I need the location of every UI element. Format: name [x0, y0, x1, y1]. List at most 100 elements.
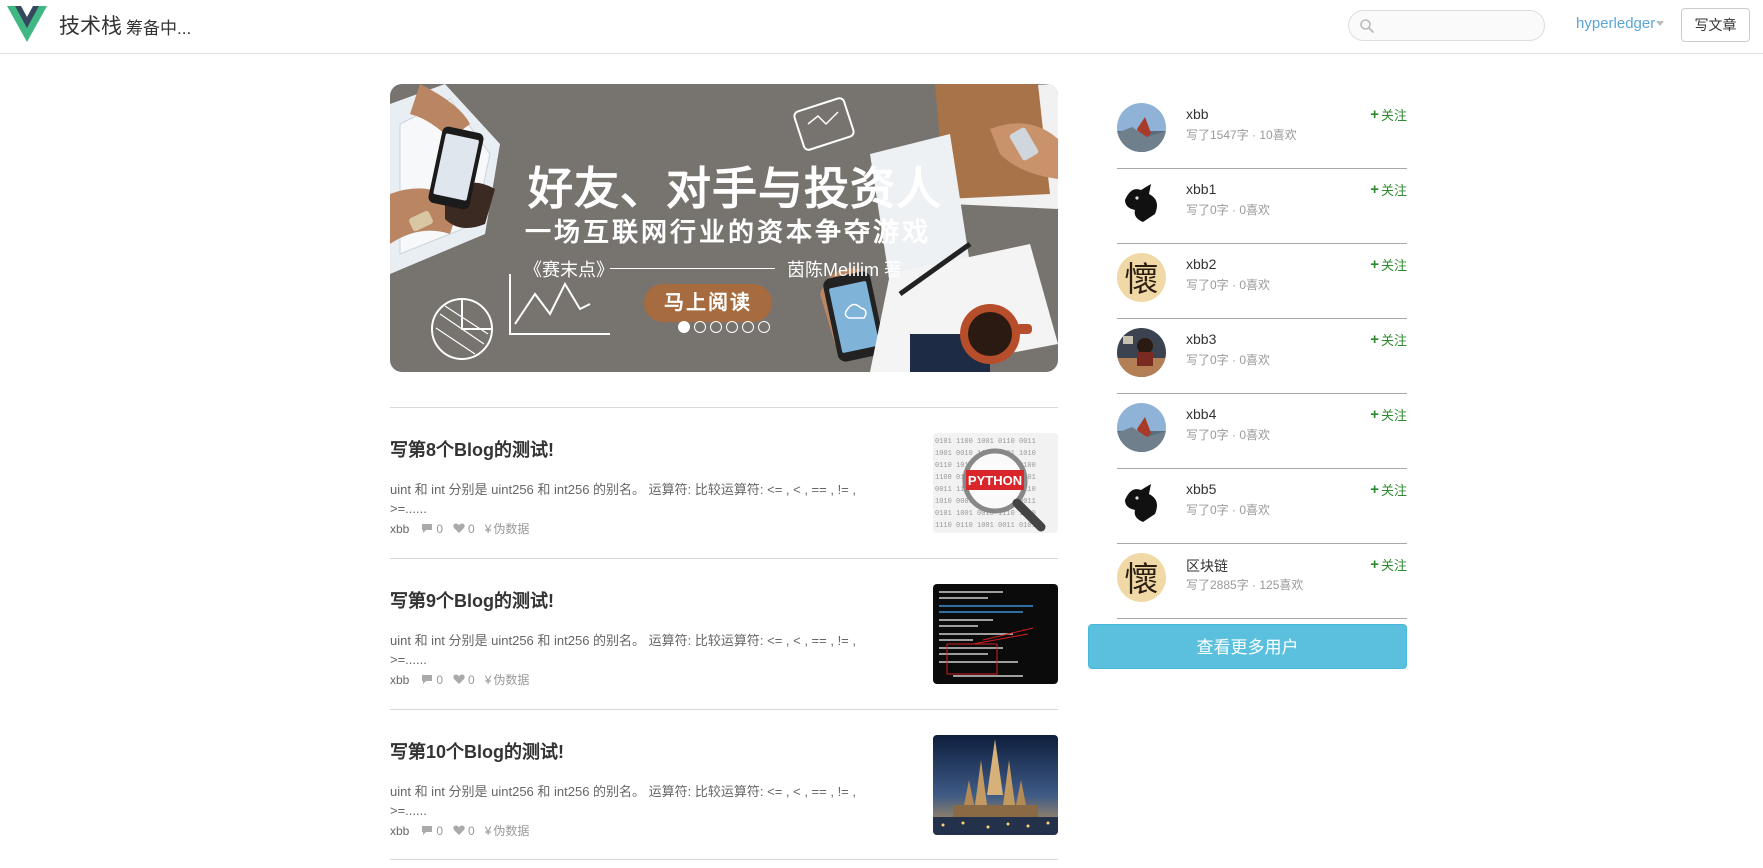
- search-box[interactable]: [1348, 10, 1545, 41]
- article-abstract: uint 和 int 分别是 uint256 和 int256 的别名。 运算符…: [390, 482, 856, 516]
- avatar[interactable]: 懷: [1117, 553, 1166, 602]
- user-item: xbb3 写了0字 · 0喜欢 + 关注: [1117, 319, 1407, 394]
- carousel-dot[interactable]: [742, 321, 754, 333]
- like-count: 0: [468, 672, 475, 687]
- reward-text: 伪数据: [493, 824, 530, 838]
- banner-title: 好友、对手与投资人: [528, 163, 943, 214]
- article-meta: xbb 0 0 ¥ 伪数据: [390, 520, 539, 537]
- article-item: 写第9个Blog的测试! uint 和 int 分别是 uint256 和 in…: [390, 558, 1058, 709]
- like-count: 0: [468, 823, 475, 838]
- user-name[interactable]: xbb5: [1186, 481, 1216, 497]
- carousel-dot[interactable]: [710, 321, 722, 333]
- avatar[interactable]: [1117, 403, 1166, 452]
- read-now-button[interactable]: 马上阅读: [644, 284, 772, 322]
- follow-label: 关注: [1380, 408, 1407, 423]
- article-thumbnail[interactable]: 0101 1100 1001 0110 0011 1001 0010 1110 …: [933, 433, 1058, 533]
- user-item: 懷 xbb2 写了0字 · 0喜欢 + 关注: [1117, 244, 1407, 319]
- banner-carousel[interactable]: 好友、对手与投资人 一场互联网行业的资本争夺游戏 《赛末点》 茵陈Melilim…: [390, 84, 1058, 372]
- comment-icon: [422, 826, 433, 835]
- user-item: xbb5 写了0字 · 0喜欢 + 关注: [1117, 469, 1407, 544]
- avatar[interactable]: [1117, 178, 1166, 227]
- plus-icon: +: [1370, 106, 1379, 123]
- article-thumbnail[interactable]: [933, 584, 1058, 684]
- avatar[interactable]: 懷: [1117, 253, 1166, 302]
- like-count: 0: [468, 521, 475, 536]
- avatar[interactable]: [1117, 478, 1166, 527]
- user-stats: 写了0字 · 0喜欢: [1186, 353, 1271, 367]
- brand-title[interactable]: 技术栈: [59, 10, 122, 40]
- user-stats: 写了1547字 · 10喜欢: [1186, 128, 1297, 142]
- article-list: 写第8个Blog的测试! uint 和 int 分别是 uint256 和 in…: [390, 407, 1058, 860]
- comment-icon: [422, 524, 433, 533]
- more-users-button[interactable]: 查看更多用户: [1088, 624, 1407, 669]
- follow-button[interactable]: + 关注: [1370, 480, 1407, 499]
- user-item: xbb1 写了0字 · 0喜欢 + 关注: [1117, 169, 1407, 244]
- banner-subtitle: 一场互联网行业的资本争夺游戏: [525, 217, 932, 247]
- follow-label: 关注: [1380, 108, 1407, 123]
- follow-label: 关注: [1380, 258, 1407, 273]
- article-item: 写第10个Blog的测试! uint 和 int 分别是 uint256 和 i…: [390, 709, 1058, 860]
- article-title[interactable]: 写第9个Blog的测试!: [390, 587, 554, 613]
- follow-button[interactable]: + 关注: [1370, 330, 1407, 349]
- carousel-dot[interactable]: [678, 321, 690, 333]
- follow-label: 关注: [1380, 183, 1407, 198]
- banner-divider: [610, 268, 775, 269]
- svg-text:懷: 懷: [1125, 260, 1159, 300]
- follow-button[interactable]: + 关注: [1370, 555, 1407, 574]
- python-magnifier-image: 0101 1100 1001 0110 0011 1001 0010 1110 …: [933, 433, 1058, 533]
- vue-logo-icon[interactable]: [7, 6, 47, 42]
- plus-icon: +: [1370, 556, 1379, 573]
- article-title[interactable]: 写第8个Blog的测试!: [390, 436, 554, 462]
- follow-button[interactable]: + 关注: [1370, 180, 1407, 199]
- follow-label: 关注: [1380, 483, 1407, 498]
- article-thumbnail[interactable]: [933, 735, 1058, 835]
- user-item: 懷 区块链 写了2885字 · 125喜欢 + 关注: [1117, 544, 1407, 619]
- plus-icon: +: [1370, 181, 1379, 198]
- search-input[interactable]: [1379, 15, 1534, 37]
- article-abstract: uint 和 int 分别是 uint256 和 int256 的别名。 运算符…: [390, 784, 856, 818]
- follow-label: 关注: [1380, 333, 1407, 348]
- follow-button[interactable]: + 关注: [1370, 405, 1407, 424]
- svg-text:1110 0110 1001 0011 0101: 1110 0110 1001 0011 0101: [935, 522, 1036, 530]
- plus-icon: +: [1370, 406, 1379, 423]
- follow-button[interactable]: + 关注: [1370, 255, 1407, 274]
- top-navbar: 技术栈 筹备中... hyperledger 写文章: [0, 0, 1763, 54]
- article-item: 写第8个Blog的测试! uint 和 int 分别是 uint256 和 in…: [390, 407, 1058, 558]
- user-name[interactable]: xbb2: [1186, 256, 1216, 272]
- svg-text:PYTHON: PYTHON: [968, 473, 1022, 488]
- comment-count: 0: [436, 521, 444, 536]
- avatar[interactable]: [1117, 328, 1166, 377]
- carousel-dot[interactable]: [694, 321, 706, 333]
- avatar[interactable]: [1117, 103, 1166, 152]
- yen-icon: ¥: [484, 823, 492, 838]
- article-author[interactable]: xbb: [390, 522, 409, 536]
- user-name[interactable]: xbb1: [1186, 181, 1216, 197]
- user-name[interactable]: xbb: [1186, 106, 1209, 122]
- chevron-down-icon[interactable]: [1656, 21, 1664, 26]
- article-author[interactable]: xbb: [390, 673, 409, 687]
- user-name[interactable]: xbb3: [1186, 331, 1216, 347]
- recommended-users: xbb 写了1547字 · 10喜欢 + 关注 xbb1 写了0字 · 0喜欢 +…: [1117, 94, 1407, 619]
- carousel-indicators: [678, 321, 770, 333]
- user-name[interactable]: xbb4: [1186, 406, 1216, 422]
- comment-count: 0: [436, 823, 444, 838]
- user-name[interactable]: 区块链: [1186, 556, 1228, 576]
- user-item: xbb 写了1547字 · 10喜欢 + 关注: [1117, 94, 1407, 169]
- yen-icon: ¥: [484, 672, 492, 687]
- user-item: xbb4 写了0字 · 0喜欢 + 关注: [1117, 394, 1407, 469]
- comment-count: 0: [436, 672, 444, 687]
- article-author[interactable]: xbb: [390, 824, 409, 838]
- banner-book-name: 《赛末点》: [524, 260, 614, 280]
- follow-label: 关注: [1380, 558, 1407, 573]
- plus-icon: +: [1370, 481, 1379, 498]
- carousel-dot[interactable]: [726, 321, 738, 333]
- user-menu-link[interactable]: hyperledger: [1576, 15, 1655, 32]
- heart-icon: [453, 674, 465, 684]
- castle-image: [933, 735, 1058, 835]
- article-title[interactable]: 写第10个Blog的测试!: [390, 738, 564, 764]
- follow-button[interactable]: + 关注: [1370, 105, 1407, 124]
- plus-icon: +: [1370, 331, 1379, 348]
- carousel-dot[interactable]: [758, 321, 770, 333]
- write-article-button[interactable]: 写文章: [1681, 8, 1750, 42]
- heart-icon: [453, 523, 465, 533]
